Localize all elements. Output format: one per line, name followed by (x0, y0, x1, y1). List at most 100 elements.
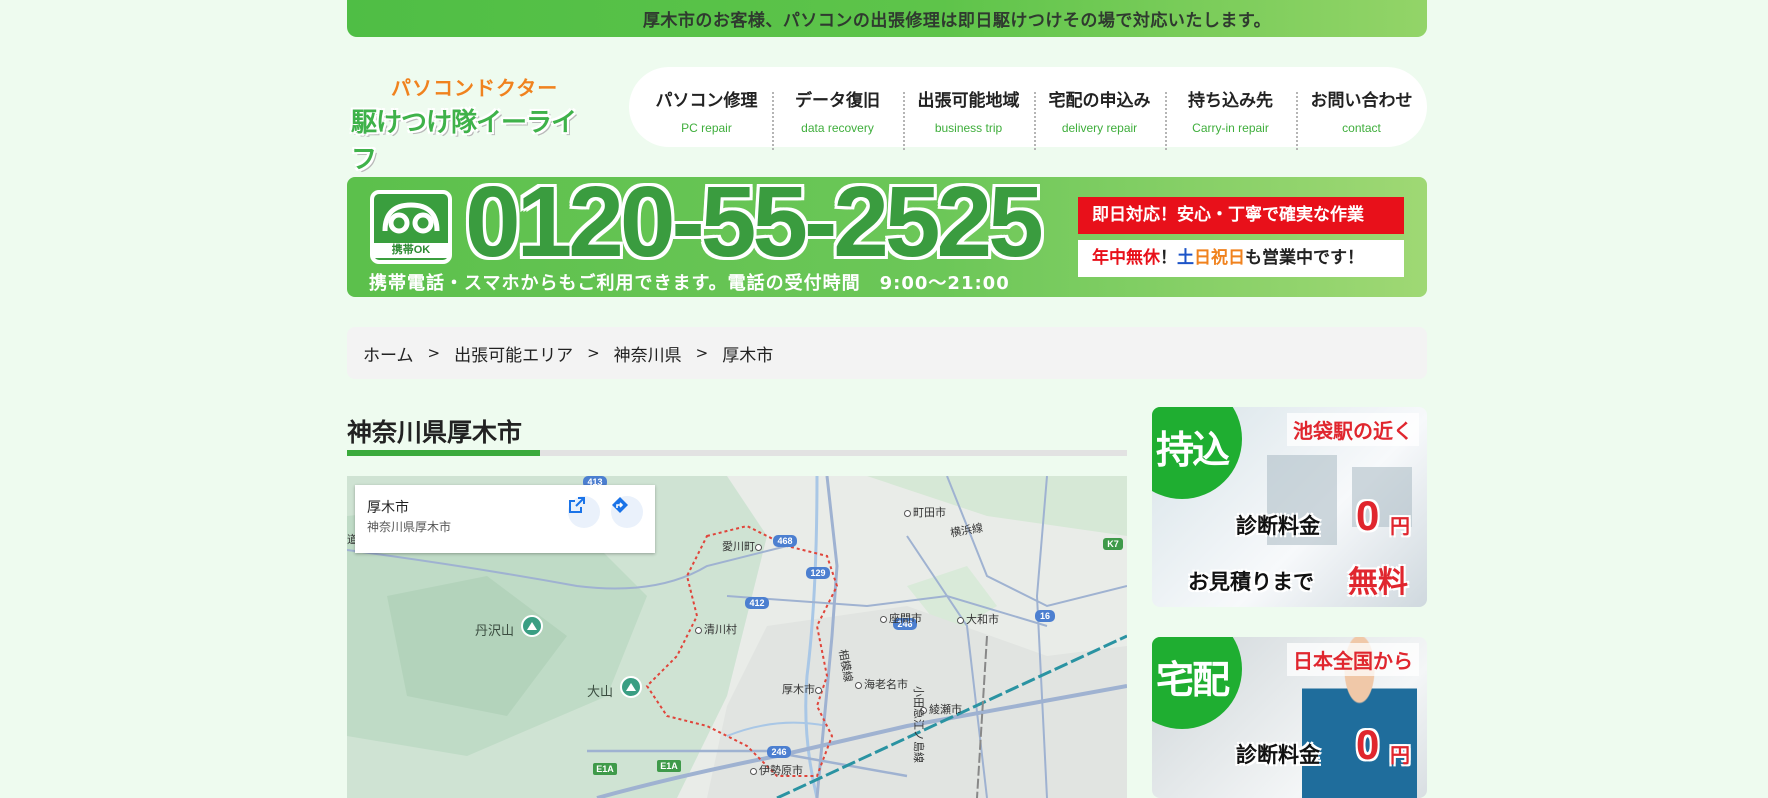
map-label-text: 海老名市 (864, 678, 908, 691)
side-banner-bubble-text: 持込 (1156, 428, 1230, 472)
nav-item-business-trip[interactable]: 出張可能地域 business trip (903, 80, 1034, 150)
nav-sublabel: Carry-in repair (1192, 120, 1269, 135)
breadcrumb-prefecture[interactable]: 神奈川県 (614, 341, 682, 366)
badge-text-excl: ！ (1160, 248, 1177, 268)
badge-text-open: も営業中です！ (1245, 248, 1364, 268)
svg-text:468: 468 (777, 536, 792, 546)
town-dot-icon (815, 686, 822, 694)
map-label-yamato: 大和市 (957, 611, 999, 627)
top-banner: 厚木市のお客様、パソコンの出張修理は即日駆けつけその場で対応いたします。 (347, 0, 1427, 37)
side-banner-tag: 日本全国から (1287, 643, 1419, 676)
nav-sublabel: PC repair (681, 120, 732, 135)
map-place-address: 神奈川県厚木市 (367, 520, 452, 534)
title-underline (347, 450, 1127, 456)
map-label-kiyokawa: 清川村 (695, 621, 737, 637)
top-banner-text: 厚木市のお客様、パソコンの出張修理は即日駆けつけその場で対応いたします。 (642, 11, 1272, 31)
phone-number[interactable]: 0120-55-2525 (465, 165, 1044, 280)
nav-item-data-recovery[interactable]: データ復旧 data recovery (772, 80, 903, 150)
breadcrumb-area[interactable]: 出張可能エリア (454, 341, 573, 366)
map-label-zama: 座間市 (880, 610, 922, 626)
nav-label: 宅配の申込み (1048, 90, 1151, 111)
breadcrumb-current: 厚木市 (722, 345, 774, 366)
nav-sublabel: contact (1342, 120, 1381, 135)
map-label-oyama: 大山 (587, 685, 614, 700)
svg-text:246: 246 (771, 747, 786, 757)
side-banner-yen: 円 (1390, 514, 1410, 538)
nav-sublabel: business trip (934, 120, 1003, 135)
side-banner-fee: 診断料金 (1236, 743, 1320, 767)
town-dot-icon (750, 767, 757, 775)
map-label-text: 座間市 (889, 612, 922, 625)
nav-label: お問い合わせ (1310, 90, 1413, 111)
map-label-text: 厚木市 (782, 683, 815, 696)
map-label-text: 綾瀬市 (929, 703, 962, 716)
svg-text:K7: K7 (1107, 539, 1119, 549)
logo-line1: パソコンドクター (391, 76, 559, 100)
map-label-text: 町田市 (913, 506, 946, 519)
page-title: 神奈川県厚木市 (347, 418, 523, 447)
map-label-text: 伊勢原市 (759, 764, 803, 777)
map-label-text: 愛川町 (722, 540, 755, 553)
town-dot-icon (855, 681, 862, 689)
badge-text-sunday-holiday: 日祝日 (1194, 248, 1245, 268)
open-all-year-badge: 年中無休！土日祝日も営業中です！ (1078, 240, 1404, 277)
breadcrumb-separator: > (587, 344, 600, 362)
svg-text:412: 412 (749, 598, 764, 608)
side-banner-zero: 0 (1356, 721, 1380, 768)
nav-item-contact[interactable]: お問い合わせ contact (1296, 80, 1427, 150)
nav-item-delivery-repair[interactable]: 宅配の申込み delivery repair (1034, 80, 1165, 150)
nav-label: データ復旧 (795, 90, 880, 111)
side-banner-tag: 池袋駅の近く (1287, 413, 1419, 446)
side-banner-free: 無料 (1348, 565, 1408, 600)
freedial-icon: 携帯OK (370, 190, 452, 264)
map-label-text: 大和市 (966, 613, 999, 626)
town-dot-icon (904, 509, 911, 517)
map-label-text: 清川村 (704, 623, 737, 636)
same-day-badge: 即日対応！安心・丁寧で確実な作業 (1078, 197, 1404, 234)
phone-banner[interactable]: 携帯OK 0120-55-2525 携帯電話・スマホからもご利用できます。電話の… (347, 166, 1427, 297)
map-label-machida: 町田市 (904, 504, 946, 520)
breadcrumb-separator: > (695, 344, 709, 362)
side-banner-bubble-text: 宅配 (1156, 658, 1230, 702)
map-place-card: 厚木市 神奈川県厚木市 (355, 485, 655, 553)
map-label-ebina: 海老名市 (855, 676, 908, 692)
side-banner-carry-in[interactable]: 持込 池袋駅の近く 診断料金 0 円 お見積りまで 無料 (1152, 407, 1427, 607)
town-dot-icon (880, 615, 887, 623)
svg-text:E1A: E1A (660, 761, 678, 771)
map-place-name: 厚木市 (367, 500, 409, 516)
badge-text-open-year: 年中無休 (1092, 248, 1160, 268)
directions-button[interactable] (611, 496, 643, 528)
side-banner-fee: 診断料金 (1236, 514, 1320, 538)
directions-icon (612, 497, 628, 513)
town-dot-icon (695, 626, 702, 634)
side-banner-estimate: お見積りまで (1188, 570, 1314, 594)
svg-text:16: 16 (1040, 611, 1050, 621)
nav-label: パソコン修理 (655, 90, 758, 111)
phone-hours-note: 携帯電話・スマホからもご利用できます。電話の受付時間 9:00～21:00 (369, 273, 1010, 294)
nav-sublabel: data recovery (801, 120, 874, 135)
map-label-isehara: 伊勢原市 (750, 762, 803, 778)
side-banner-yen: 円 (1390, 743, 1410, 767)
map-label-atsugi: 厚木市 (782, 681, 824, 697)
map-label-tanzawa: 丹沢山 (475, 624, 515, 639)
side-banner-zero: 0 (1356, 492, 1380, 539)
badge-text-saturday: 土 (1177, 248, 1194, 268)
nav-label: 持ち込み先 (1188, 90, 1273, 111)
map-label-aikawa: 愛川町 (722, 538, 764, 554)
breadcrumb: ホーム > 出張可能エリア > 神奈川県 > 厚木市 (347, 327, 1427, 379)
site-logo[interactable]: パソコンドクター 駆けつけ隊イーライフ (347, 72, 592, 175)
svg-text:129: 129 (810, 568, 825, 578)
main-nav: パソコン修理 PC repair データ復旧 data recovery 出張可… (629, 67, 1427, 150)
town-dot-icon (957, 616, 964, 624)
breadcrumb-separator: > (427, 344, 441, 362)
title-underline-accent (347, 450, 540, 456)
google-map[interactable]: 413 468 129 412 246 16 K7 246 E1A E1A 道 … (347, 476, 1127, 798)
freedial-rings-icon (382, 202, 440, 234)
nav-item-pc-repair[interactable]: パソコン修理 PC repair (629, 80, 772, 135)
open-in-maps-button[interactable] (568, 496, 600, 528)
breadcrumb-home[interactable]: ホーム (363, 341, 414, 366)
nav-label: 出張可能地域 (917, 90, 1020, 111)
side-banner-delivery[interactable]: 宅配 日本全国から 診断料金 0 円 (1152, 637, 1427, 798)
mobile-ok-label: 携帯OK (374, 243, 448, 258)
nav-item-carry-in[interactable]: 持ち込み先 Carry-in repair (1165, 80, 1296, 150)
